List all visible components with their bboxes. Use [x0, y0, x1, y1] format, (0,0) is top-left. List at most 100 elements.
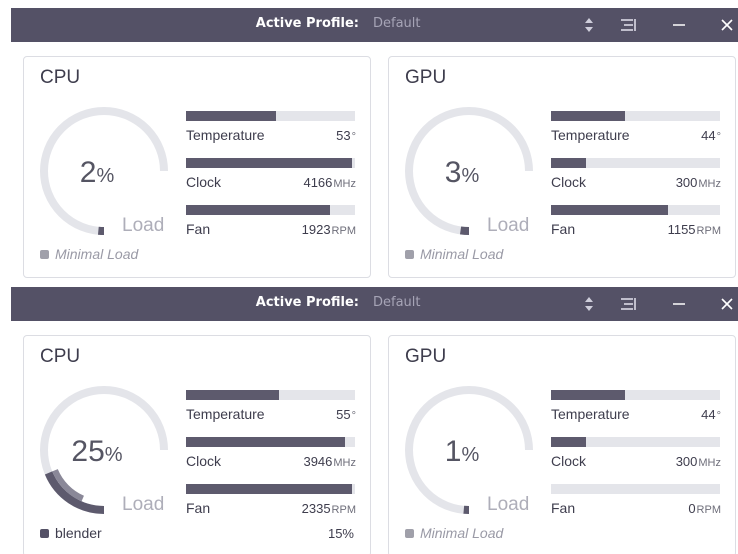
gpu-panel-title: GPU: [405, 346, 447, 367]
temperature-number: 44: [701, 407, 716, 422]
clock-number: 300: [675, 454, 698, 469]
temperature-bar-fill: [186, 111, 276, 121]
cpu-load-value: 2: [79, 156, 97, 189]
cpu-status-text: blender: [55, 525, 102, 541]
fan-unit: RPM: [331, 504, 356, 516]
temperature-value: 44°: [701, 407, 721, 422]
menu-icon[interactable]: [616, 13, 640, 37]
cpu-load-percent-sign: %: [104, 444, 123, 466]
gpu-status: Minimal Load: [405, 246, 503, 262]
minimize-icon[interactable]: [667, 13, 691, 37]
fan-number: 1923: [301, 222, 331, 237]
temperature-unit: °: [351, 410, 356, 422]
profile-selector[interactable]: Default: [373, 16, 421, 31]
temperature-label: Temperature: [186, 127, 265, 143]
status-dot-icon: [40, 529, 49, 538]
clock-bar-track: [186, 437, 355, 447]
temperature-number: 55: [336, 407, 351, 422]
gauge-fill: [459, 226, 470, 235]
sort-arrows-icon[interactable]: [577, 13, 601, 37]
temperature-value: 53°: [336, 128, 356, 143]
fan-bar-track: [186, 484, 355, 494]
fan-value: 0RPM: [688, 501, 721, 516]
temperature-bar-fill: [551, 390, 625, 400]
gpu-panel: GPU 3% Load Temperature 44° Clock 300MHz…: [388, 56, 736, 278]
cpu-load-value: 25: [71, 435, 105, 468]
temperature-metric: Temperature 44°: [551, 111, 721, 151]
fan-value: 1923RPM: [302, 222, 356, 237]
clock-label: Clock: [186, 174, 222, 190]
cpu-status: Minimal Load: [40, 246, 138, 262]
gpu-status-text: Minimal Load: [420, 525, 504, 541]
clock-label: Clock: [551, 174, 587, 190]
fan-number: 1155: [667, 222, 696, 237]
clock-metric: Clock 4166MHz: [186, 158, 356, 198]
active-profile-label: Active Profile:: [255, 16, 359, 31]
gpu-load-gauge: 3% Load: [403, 105, 535, 237]
fan-label: Fan: [551, 500, 576, 516]
clock-bar-track: [186, 158, 355, 168]
temperature-metric: Temperature 44°: [551, 390, 721, 430]
gpu-panel-title: GPU: [405, 67, 447, 88]
fan-value: 1155RPM: [668, 222, 721, 237]
fan-label: Fan: [186, 500, 211, 516]
menu-icon[interactable]: [616, 292, 640, 316]
temperature-unit: °: [351, 131, 356, 143]
clock-unit: MHz: [333, 457, 356, 469]
clock-value: 3946MHz: [303, 454, 356, 469]
temperature-number: 44: [701, 128, 716, 143]
fan-bar-fill: [186, 205, 330, 215]
minimize-icon[interactable]: [667, 292, 691, 316]
cpu-panel-title: CPU: [40, 346, 81, 367]
clock-unit: MHz: [333, 178, 356, 190]
clock-metric: Clock 300MHz: [551, 437, 721, 477]
fan-unit: RPM: [696, 504, 721, 516]
fan-metric: Fan 1155RPM: [551, 205, 721, 245]
sort-arrows-icon[interactable]: [577, 292, 601, 316]
fan-label: Fan: [551, 221, 576, 237]
close-icon[interactable]: [715, 13, 738, 37]
cpu-status-percent: 15%: [327, 526, 354, 541]
fan-bar-fill: [551, 205, 668, 215]
gpu-load-readout: 1%: [403, 435, 521, 469]
title-bar: Active Profile: Default: [11, 287, 738, 321]
cpu-status: blender: [40, 525, 102, 541]
clock-value: 300MHz: [676, 454, 721, 469]
clock-bar-fill: [186, 158, 352, 168]
gpu-load-percent-sign: %: [461, 444, 480, 466]
cpu-panel: CPU 25% Load Temperature 55° Clock 3946M…: [23, 335, 371, 554]
clock-metric: Clock 3946MHz: [186, 437, 356, 477]
fan-number: 2335: [301, 501, 331, 516]
clock-bar-track: [551, 437, 720, 447]
profile-selector[interactable]: Default: [373, 295, 421, 310]
status-dot-icon: [405, 250, 414, 259]
clock-value: 4166MHz: [303, 175, 356, 190]
gpu-load-label: Load: [487, 215, 530, 236]
cpu-load-readout: 2%: [38, 156, 156, 190]
gpu-load-gauge: 1% Load: [403, 384, 535, 516]
clock-number: 4166: [303, 175, 333, 190]
cpu-load-label: Load: [122, 494, 165, 515]
fan-metric: Fan 1923RPM: [186, 205, 356, 245]
fan-metric: Fan 2335RPM: [186, 484, 356, 524]
fan-value: 2335RPM: [302, 501, 356, 516]
temperature-label: Temperature: [186, 406, 265, 422]
fan-bar-fill: [186, 484, 352, 494]
close-icon[interactable]: [715, 292, 738, 316]
gpu-load-percent-sign: %: [461, 165, 480, 187]
temperature-label: Temperature: [551, 127, 630, 143]
fan-bar-track: [551, 484, 720, 494]
fan-bar-track: [186, 205, 355, 215]
clock-metric: Clock 300MHz: [551, 158, 721, 198]
gpu-load-label: Load: [487, 494, 530, 515]
fan-metric: Fan 0RPM: [551, 484, 721, 524]
clock-label: Clock: [186, 453, 222, 469]
gpu-status-text: Minimal Load: [420, 246, 504, 262]
gpu-load-value: 3: [444, 156, 462, 189]
clock-bar-fill: [551, 158, 586, 168]
cpu-load-readout: 25%: [38, 435, 156, 469]
temperature-bar-track: [551, 390, 720, 400]
fan-bar-track: [551, 205, 720, 215]
clock-bar-track: [551, 158, 720, 168]
fan-unit: RPM: [331, 225, 356, 237]
